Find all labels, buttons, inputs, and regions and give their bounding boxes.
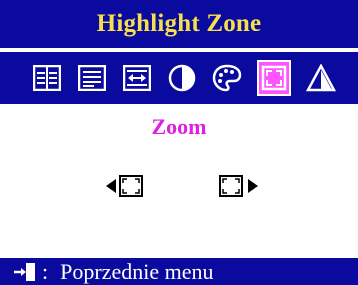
fit-arrows-icon [123,65,151,91]
tab-zoom[interactable] [257,60,291,96]
text-lines-icon [78,65,106,91]
exit-icon [14,262,36,282]
tab-contrast[interactable] [165,60,199,96]
footer-bar: : Poprzednie menu [0,258,358,285]
contrast-icon [168,64,196,92]
zoom-out-icon [106,175,143,197]
title-bar: Highlight Zone [0,0,358,50]
menu-tab-bar [0,52,358,104]
tab-color[interactable] [210,60,244,96]
footer-separator: : [42,258,49,284]
tab-layout-2[interactable] [75,60,109,96]
zoom-panel: Zoom [12,104,346,256]
previous-menu-label[interactable]: Poprzednie menu [60,259,213,285]
zoom-in-button[interactable] [218,174,258,203]
tab-layout-1[interactable] [30,60,64,96]
zoom-in-icon [219,175,258,197]
panel-split-icon [33,65,61,91]
osd-window: Highlight Zone Zoom: Poprzednie menu [0,0,358,285]
zoom-frame-icon [261,65,287,91]
tab-layout-3[interactable] [120,60,154,96]
zoom-out-button[interactable] [106,174,146,203]
palette-icon [212,64,242,92]
zoom-label: Zoom [151,114,207,139]
triangle-icon [306,64,336,92]
page-title: Highlight Zone [96,10,262,37]
tab-sharpness[interactable] [304,60,338,96]
